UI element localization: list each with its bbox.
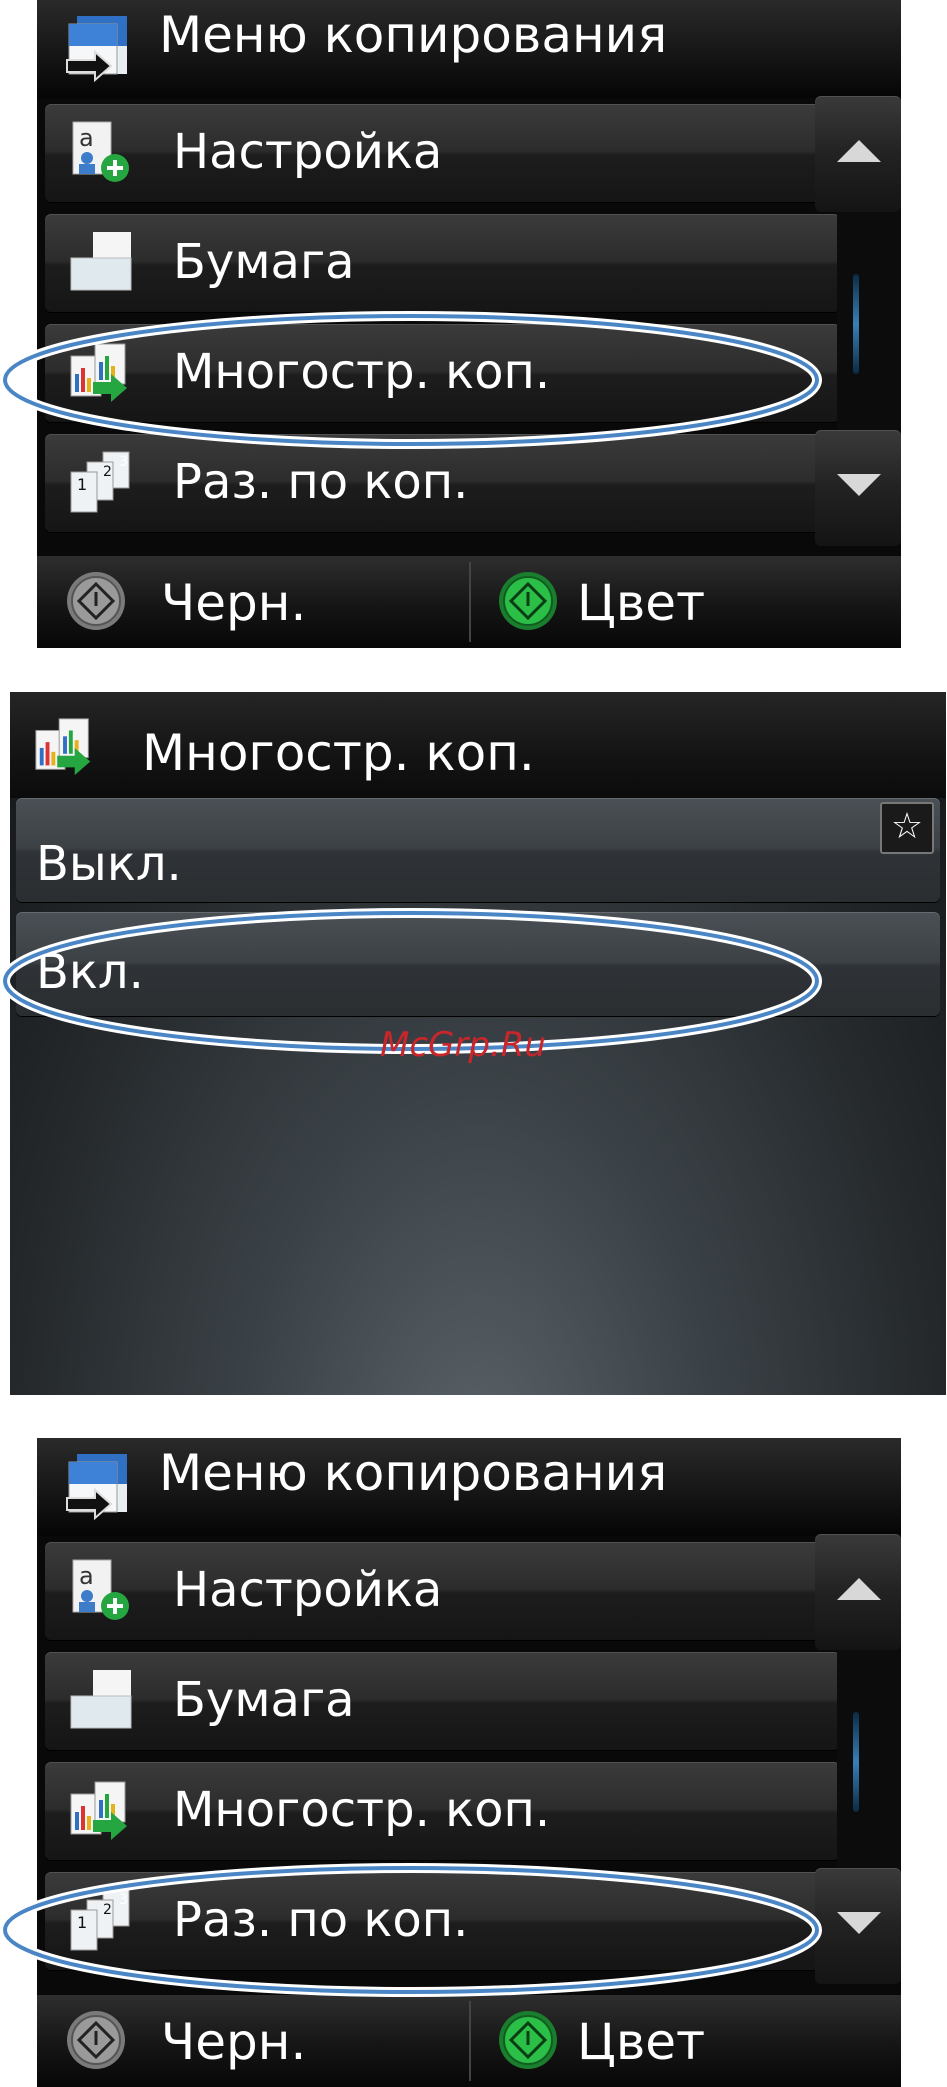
footer-bar: Черн. Цвет	[37, 556, 901, 648]
multipage-copy-icon	[35, 718, 91, 776]
menu-item-paper[interactable]: Бумага	[45, 1652, 840, 1750]
option-off[interactable]: Выкл.	[16, 798, 940, 902]
star-icon: ☆	[890, 806, 924, 847]
menu-item-label: Настройка	[173, 1562, 443, 1618]
arrow-down-icon	[837, 474, 881, 496]
scroll-up-button[interactable]	[815, 96, 901, 212]
title-bar: Меню копирования	[37, 0, 901, 98]
start-black-label: Черн.	[161, 574, 307, 632]
scroll-up-button[interactable]	[815, 1534, 901, 1650]
arrow-down-icon	[837, 1912, 881, 1934]
start-color-button[interactable]: Цвет	[473, 556, 901, 648]
paper-icon	[70, 232, 132, 291]
svg-text:1: 1	[77, 475, 87, 494]
option-on-label: Вкл.	[36, 944, 144, 1000]
settings-doc-icon: a	[72, 121, 129, 182]
settings-doc-icon: a	[72, 1559, 129, 1620]
arrow-up-icon	[837, 1578, 881, 1600]
copy-menu-icon	[66, 16, 127, 82]
scroll-down-button[interactable]	[815, 430, 901, 546]
menu-item-multipage-copy[interactable]: Многостр. коп.	[45, 324, 840, 422]
page-title: Меню копирования	[159, 6, 668, 64]
start-color-label: Цвет	[577, 2013, 706, 2071]
menu-item-collate[interactable]: 3 2 1 Раз. по коп.	[45, 1872, 840, 1970]
scrollbar-thumb[interactable]	[853, 1712, 859, 1812]
footer-divider	[469, 2001, 471, 2081]
svg-text:3: 3	[119, 454, 128, 470]
start-black-button[interactable]: Черн.	[37, 1995, 467, 2087]
start-color-label: Цвет	[577, 574, 706, 632]
menu-item-label: Многостр. коп.	[173, 344, 551, 400]
page-title: Многостр. коп.	[142, 724, 535, 782]
svg-text:a: a	[79, 124, 94, 152]
copy-menu-screen-1: Меню копирования a Настройка Бумага Мног…	[37, 0, 901, 648]
collate-icon: 3 2 1	[70, 451, 130, 513]
watermark: McGrp.Ru	[380, 1025, 546, 1065]
arrow-up-icon	[837, 140, 881, 162]
start-bw-icon	[67, 2011, 125, 2069]
scroll-down-button[interactable]	[815, 1868, 901, 1984]
multipage-copy-icon	[70, 1781, 127, 1840]
favorite-button[interactable]: ☆	[880, 802, 934, 854]
menu-item-paper[interactable]: Бумага	[45, 214, 840, 312]
start-color-icon	[499, 572, 557, 630]
footer-bar: Черн. Цвет	[37, 1995, 901, 2087]
svg-text:1: 1	[77, 1913, 87, 1932]
start-color-button[interactable]: Цвет	[473, 1995, 901, 2087]
title-bar: Многостр. коп.	[10, 692, 946, 798]
menu-item-label: Раз. по коп.	[173, 454, 469, 510]
menu-item-label: Бумага	[173, 1672, 355, 1728]
svg-text:2: 2	[103, 464, 112, 480]
svg-text:2: 2	[103, 1902, 112, 1918]
scrollbar-thumb[interactable]	[853, 274, 859, 374]
menu-item-settings[interactable]: a Настройка	[45, 1542, 840, 1640]
svg-text:a: a	[79, 1562, 94, 1590]
menu-item-label: Бумага	[173, 234, 355, 290]
title-bar: Меню копирования	[37, 1438, 901, 1536]
start-bw-icon	[67, 572, 125, 630]
option-off-label: Выкл.	[36, 836, 182, 892]
option-on[interactable]: Вкл.	[16, 912, 940, 1016]
page-title: Меню копирования	[159, 1444, 668, 1502]
menu-item-label: Настройка	[173, 124, 443, 180]
paper-icon	[70, 1670, 132, 1729]
start-black-button[interactable]: Черн.	[37, 556, 467, 648]
menu-item-label: Раз. по коп.	[173, 1892, 469, 1948]
start-black-label: Черн.	[161, 2013, 307, 2071]
collate-icon: 3 2 1	[70, 1889, 130, 1951]
copy-menu-screen-2: Меню копирования a Настройка Бумага Мног…	[37, 1438, 901, 2087]
menu-item-settings[interactable]: a Настройка	[45, 104, 840, 202]
copy-menu-icon	[66, 1454, 127, 1520]
footer-divider	[469, 562, 471, 642]
svg-text:3: 3	[119, 1892, 128, 1908]
menu-item-multipage-copy[interactable]: Многостр. коп.	[45, 1762, 840, 1860]
menu-item-label: Многостр. коп.	[173, 1782, 551, 1838]
menu-item-collate[interactable]: 3 2 1 Раз. по коп.	[45, 434, 840, 532]
multipage-copy-icon	[70, 343, 127, 402]
start-color-icon	[499, 2011, 557, 2069]
